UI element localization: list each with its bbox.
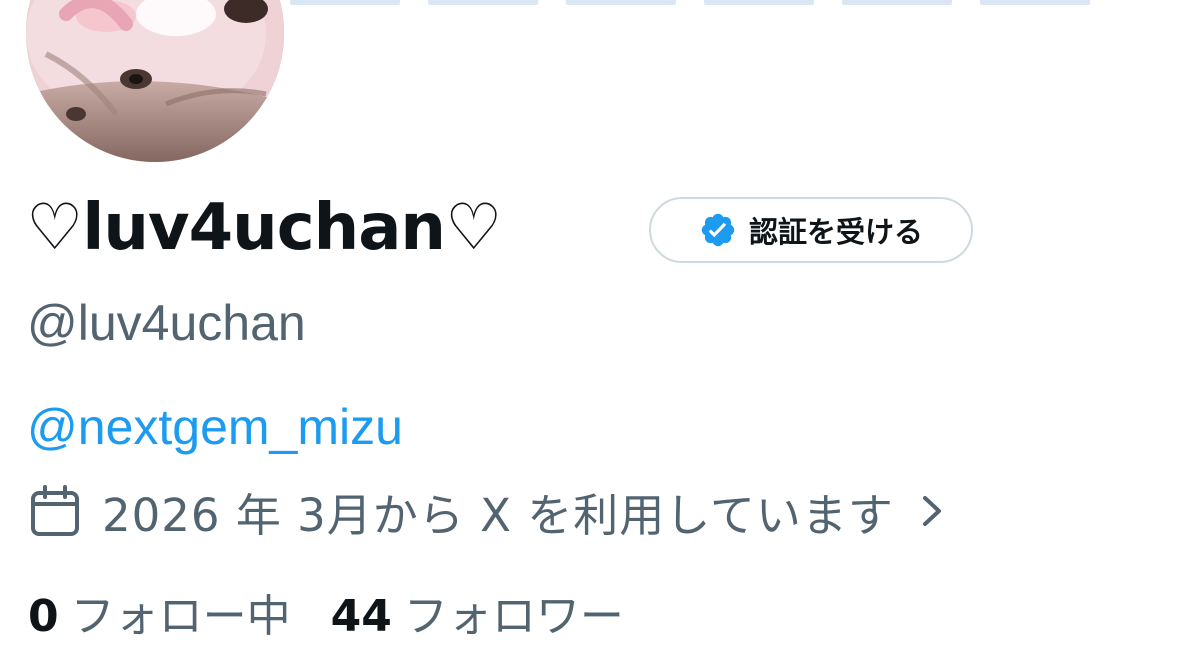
display-name: ♡luv4uchan♡ [26, 191, 502, 265]
bio-mention-link[interactable]: @nextgem_mizu [27, 402, 403, 452]
avatar[interactable] [22, 0, 288, 166]
get-verified-label: 認証を受ける [748, 215, 923, 249]
following-label: フォロー中 [70, 591, 291, 642]
calendar-icon [30, 485, 80, 537]
followers-label: フォロワー [403, 591, 624, 642]
chevron-right-icon [920, 489, 946, 533]
display-name-row: ♡luv4uchan♡ [26, 191, 502, 265]
following-stat[interactable]: 0 フォロー中 [28, 580, 291, 644]
following-count: 0 [28, 591, 59, 642]
joined-date-row[interactable]: 2026 年 3月から X を利用しています [30, 483, 946, 542]
header-banner-edge [290, 0, 1200, 5]
followers-stat[interactable]: 44 フォロワー [331, 580, 624, 644]
get-verified-button[interactable]: 認証を受ける [649, 197, 973, 263]
user-handle: @luv4uchan [27, 295, 306, 351]
avatar-photo [26, 0, 284, 162]
followers-count: 44 [330, 591, 392, 642]
follow-stats: 0 フォロー中 44 フォロワー [28, 580, 624, 644]
joined-date-text: 2026 年 3月から X を利用しています [102, 488, 894, 542]
verified-badge-icon [699, 211, 737, 249]
